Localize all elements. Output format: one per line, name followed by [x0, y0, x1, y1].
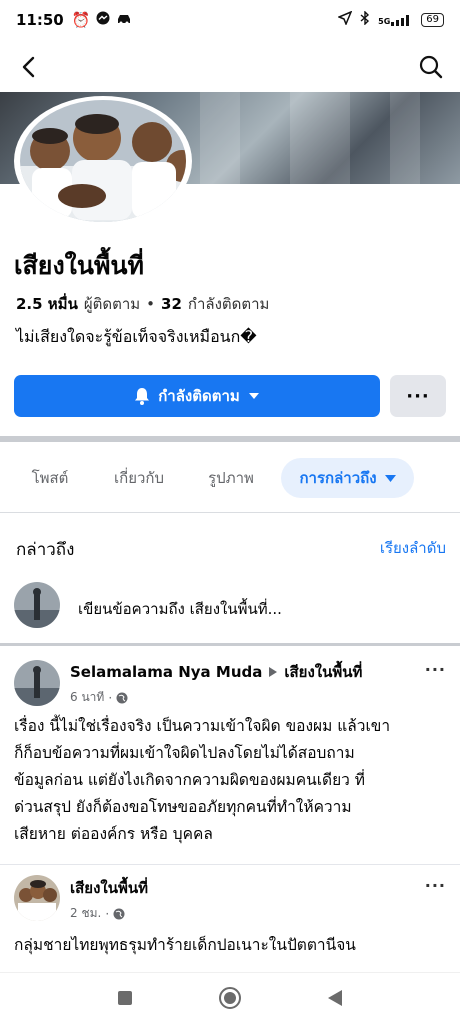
square-icon — [118, 991, 132, 1005]
mentions-heading: กล่าวถึง — [16, 540, 75, 560]
stats-separator: • — [146, 295, 156, 313]
page-bio: ไม่เสียงใดจะรู้ข้อเท็จจริงเหมือนก� — [16, 327, 257, 346]
tab-about[interactable]: เกี่ยวกับ — [96, 458, 182, 498]
globe-icon — [116, 692, 128, 703]
location-icon — [337, 10, 353, 29]
back-button[interactable] — [14, 52, 44, 82]
post-options-button[interactable]: ··· — [425, 660, 446, 679]
status-time: 11:50 — [16, 11, 64, 29]
caret-down-icon — [384, 474, 396, 482]
post-author-avatar[interactable] — [14, 660, 60, 706]
bell-icon — [135, 388, 150, 405]
post-author-name[interactable]: Selamalama Nya Muda — [70, 663, 262, 681]
write-mention-input[interactable]: เขียนข้อความถึง เสียงในพื้นที่... — [78, 597, 282, 621]
sort-button[interactable]: เรียงลำดับ — [380, 536, 446, 560]
post-meta: 6 นาที · — [70, 688, 128, 707]
following-button[interactable]: กำลังติดตาม — [14, 375, 380, 417]
post-author-name[interactable]: เสียงในพื้นที่ — [70, 876, 148, 900]
search-button[interactable] — [416, 52, 446, 82]
top-nav — [0, 44, 460, 90]
post-time[interactable]: 6 นาที — [70, 688, 104, 707]
profile-picture[interactable] — [12, 96, 194, 226]
car-icon — [116, 11, 132, 29]
post-options-button[interactable]: ··· — [425, 876, 446, 895]
user-avatar[interactable] — [14, 582, 60, 628]
alarm-icon: ⏰ — [71, 11, 91, 29]
more-options-button[interactable]: ··· — [390, 375, 446, 417]
tab-mentions[interactable]: การกล่าวถึง — [281, 458, 414, 498]
messenger-icon — [96, 11, 110, 29]
page-title: เสียงในพื้นที่ — [14, 251, 145, 280]
status-bar: 11:50 ⏰ 5G 69 — [0, 0, 460, 40]
followers-label[interactable]: ผู้ติดตาม — [84, 292, 140, 316]
post-body: กลุ่มชายไทยพุทธรุมทำร้ายเด็กปอเนาะในปัตต… — [14, 936, 356, 954]
network-type: 5G — [378, 17, 391, 26]
battery-indicator: 69 — [421, 13, 444, 27]
globe-icon — [113, 908, 125, 919]
home-circle-icon — [219, 987, 241, 1009]
followers-count: 2.5 หมื่น — [16, 295, 78, 313]
recents-button[interactable] — [110, 983, 140, 1013]
post-meta: 2 ชม. · — [70, 904, 125, 923]
profile-tabs: โพสต์ เกี่ยวกับ รูปภาพ การกล่าวถึง — [0, 452, 460, 502]
post-time[interactable]: 2 ชม. — [70, 904, 101, 923]
signal-icon: 5G — [378, 14, 413, 26]
search-icon — [419, 55, 443, 79]
chevron-left-icon — [22, 56, 35, 78]
section-divider — [0, 643, 460, 646]
post-author-avatar[interactable] — [14, 875, 60, 921]
following-count: 32 — [161, 295, 182, 313]
following-button-label: กำลังติดตาม — [158, 387, 240, 405]
post-target-page[interactable]: เสียงในพื้นที่ — [284, 660, 362, 684]
bluetooth-icon — [360, 10, 370, 29]
post-header: เสียงในพื้นที่ — [70, 876, 148, 900]
tab-posts[interactable]: โพสต์ — [14, 458, 86, 498]
home-button[interactable] — [215, 983, 245, 1013]
system-nav-bar — [0, 972, 460, 1024]
section-divider — [0, 436, 460, 442]
triangle-left-icon — [328, 990, 342, 1006]
triangle-right-icon — [269, 667, 278, 677]
caret-down-icon — [248, 393, 259, 399]
post-header: Selamalama Nya Muda เสียงในพื้นที่ — [70, 660, 362, 684]
post-body: เรื่อง นี้ไม่ใช่เรื่องจริง เป็นความเข้าใ… — [14, 717, 391, 843]
tab-photos[interactable]: รูปภาพ — [192, 458, 270, 498]
page-stats: 2.5 หมื่น ผู้ติดตาม • 32 กำลังติดตาม — [16, 292, 269, 316]
following-label[interactable]: กำลังติดตาม — [188, 292, 270, 316]
back-nav-button[interactable] — [320, 983, 350, 1013]
